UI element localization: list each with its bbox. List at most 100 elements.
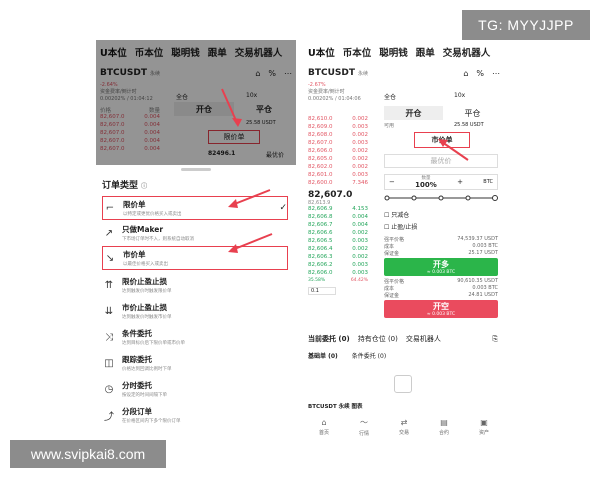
- short-liq: 强平价格 90,610.35 USDT: [384, 278, 498, 285]
- tab-conditional-orders[interactable]: 条件委托 (0): [352, 351, 386, 360]
- minus-icon[interactable]: −: [389, 178, 395, 186]
- buy-sell-ratio: 35.58% 64.42%: [308, 278, 368, 283]
- market-tpsl-icon: ⇊: [104, 305, 114, 317]
- tab-trading-bot[interactable]: 交易机器人: [443, 45, 491, 59]
- price-change: -2.67%: [308, 82, 326, 88]
- ob-buy-row[interactable]: 82,606.4 0.002: [308, 246, 368, 254]
- limit-tpsl-icon: ⇈: [104, 279, 114, 291]
- toolbar-icons: ⌂ % ⋯: [463, 69, 500, 78]
- info-icon[interactable]: ⓘ: [141, 183, 147, 190]
- qty-unit[interactable]: BTC: [483, 179, 493, 185]
- ob-sell-row[interactable]: 82,605.0 0.002: [308, 156, 368, 164]
- tab-positions[interactable]: 持有仓位 (0): [358, 334, 398, 344]
- conditional-icon: ⤨: [105, 331, 113, 343]
- nav-futures[interactable]: ▤ 合约: [439, 418, 449, 436]
- annotation-arrows: [221, 88, 469, 253]
- ob-sell-row[interactable]: 82,610.0 0.002: [308, 116, 368, 124]
- long-liq: 强平价格 74,539.37 USDT: [384, 236, 498, 243]
- order-type-limit-tpsl[interactable]: ⇈ 限价止盈止损 达到触发价时触发限价单: [102, 273, 288, 297]
- ob-sell-row[interactable]: 82,609.0 0.003: [308, 124, 368, 132]
- order-type-limit[interactable]: ⌐ 限价单 以特定或更优价格买入或卖出 ✓: [102, 196, 288, 220]
- ob-buy-row[interactable]: 82,606.5 0.003: [308, 238, 368, 246]
- margin-mode[interactable]: 全仓: [384, 92, 396, 101]
- symbol-name[interactable]: BTCUSDT: [308, 68, 355, 78]
- price-input[interactable]: 最优价: [384, 154, 498, 168]
- empty-state-icon: [394, 375, 412, 393]
- trailing-icon: ◫: [104, 357, 114, 369]
- limit-icon: ⌐: [105, 202, 115, 214]
- leverage[interactable]: 10x: [454, 92, 465, 99]
- ob-sell-row[interactable]: 82,608.0 0.002: [308, 132, 368, 140]
- order-history-icon[interactable]: ⎘: [492, 335, 498, 344]
- funding-label: 资金费率/倒计时: [308, 89, 345, 95]
- tab-usdt-m[interactable]: U本位: [308, 45, 335, 59]
- ob-buy-row[interactable]: 82,606.7 0.004: [308, 222, 368, 230]
- short-cost: 成本 0.003 BTC: [384, 285, 498, 292]
- building-icon[interactable]: ⌂: [463, 69, 468, 78]
- order-type-market-tpsl[interactable]: ⇊ 市价止盈止损 达到触发价时触发市价单: [102, 299, 288, 323]
- tpsl-checkbox[interactable]: ☐ 止盈/止损: [384, 222, 417, 231]
- ob-sell-row[interactable]: 82,601.0 0.003: [308, 172, 368, 180]
- ob-sell-row[interactable]: 82,602.0 0.002: [308, 164, 368, 172]
- watermark-bottom: www.svipkai8.com: [10, 440, 166, 468]
- ob-buy-row[interactable]: 82,606.0 0.003: [308, 270, 368, 278]
- tab-close[interactable]: 平仓: [443, 106, 502, 120]
- maker-icon: ↗: [104, 227, 114, 239]
- funding-value: 0.00202% / 01:04:06: [308, 96, 361, 102]
- open-close-tabs: 开仓 平仓: [384, 106, 502, 120]
- more-icon[interactable]: ⋯: [492, 69, 500, 78]
- phone-left: U本位 币本位 聪明钱 跟单 交易机器人 BTCUSDT 永续 ⌂ % ⋯ -2…: [96, 40, 296, 440]
- ob-buy-row[interactable]: 82,606.3 0.002: [308, 254, 368, 262]
- qty-slider[interactable]: [384, 194, 498, 202]
- order-type-select[interactable]: 市价单: [414, 132, 470, 148]
- ob-sell-row[interactable]: 82,607.0 0.003: [308, 140, 368, 148]
- futures-icon: ▤: [440, 418, 448, 427]
- chart-link[interactable]: BTCUSDT 永续 图表: [308, 402, 363, 410]
- last-price: 82,607.0: [308, 190, 353, 200]
- ob-sell-row[interactable]: 82,600.0 7.346: [308, 180, 368, 188]
- percent-icon[interactable]: %: [476, 69, 484, 78]
- available-value: 25.58 USDT: [454, 122, 484, 128]
- nav-home[interactable]: ⌂ 首页: [319, 418, 329, 436]
- tab-bots[interactable]: 交易机器人: [406, 334, 441, 344]
- nav-trade[interactable]: ⇄ 交易: [399, 418, 409, 436]
- market-icon: ↘: [105, 252, 115, 264]
- order-type-market[interactable]: ↘ 市价单 以最佳价格买入或卖出: [102, 246, 288, 270]
- nav-assets[interactable]: ▣ 资产: [479, 418, 489, 436]
- tab-coin-m[interactable]: 币本位: [343, 45, 372, 59]
- tab-open-orders[interactable]: 当前委托 (0): [308, 334, 350, 344]
- order-subtabs: 基础单 (0) 条件委托 (0): [308, 351, 386, 360]
- nav-tabs-right: U本位 币本位 聪明钱 跟单 交易机器人: [304, 40, 504, 64]
- qty-input[interactable]: − 数量 100% + BTC: [384, 174, 498, 190]
- sheet-handle[interactable]: [181, 168, 211, 171]
- market-icon: 〜: [359, 418, 368, 427]
- open-short-button[interactable]: 开空 ≈ 0.003 BTC: [384, 300, 498, 318]
- reduce-only-checkbox[interactable]: ☐ 只减仓: [384, 210, 409, 219]
- tab-smart-money[interactable]: 聪明钱: [379, 45, 408, 59]
- order-type-conditional[interactable]: ⤨ 条件委托 达到目标价后下限价单或市价单: [102, 325, 288, 349]
- plus-icon[interactable]: +: [457, 178, 463, 186]
- ob-buy-row[interactable]: 82,606.2 0.003: [308, 262, 368, 270]
- modal-overlay[interactable]: [96, 40, 296, 165]
- ob-buy-row[interactable]: 82,606.9 4.153: [308, 206, 368, 214]
- depth-step-select[interactable]: 0.1: [308, 287, 336, 295]
- order-type-twap[interactable]: ◷ 分时委托 按设定的时间间隔下单: [102, 377, 288, 401]
- order-type-scaled[interactable]: ⤴ 分段订单 在价格区间内下多个限价订单: [102, 403, 288, 427]
- tab-copy-trading[interactable]: 跟单: [416, 45, 435, 59]
- check-icon: ✓: [279, 203, 287, 213]
- ob-buy-row[interactable]: 82,606.8 0.004: [308, 214, 368, 222]
- open-long-button[interactable]: 开多 ≈ 0.003 BTC: [384, 258, 498, 276]
- symbol-row: BTCUSDT 永续 ⌂ % ⋯: [304, 64, 504, 82]
- ob-buy-row[interactable]: 82,606.6 0.002: [308, 230, 368, 238]
- order-type-trailing[interactable]: ◫ 跟踪委托 价格达到回调比例时下单: [102, 351, 288, 375]
- symbol-tag: 永续: [358, 70, 369, 77]
- trade-icon: ⇄: [400, 418, 408, 427]
- ob-sell-row[interactable]: 82,606.0 0.002: [308, 148, 368, 156]
- home-icon: ⌂: [321, 418, 327, 427]
- tab-open[interactable]: 开仓: [384, 106, 443, 120]
- assets-icon: ▣: [480, 418, 488, 427]
- nav-market[interactable]: 〜行情: [359, 417, 369, 437]
- tab-basic-orders[interactable]: 基础单 (0): [308, 351, 338, 360]
- order-type-maker[interactable]: ↗ 只做Maker 下市场订单时不入，则系统自动取消: [102, 221, 288, 245]
- twap-icon: ◷: [104, 383, 114, 395]
